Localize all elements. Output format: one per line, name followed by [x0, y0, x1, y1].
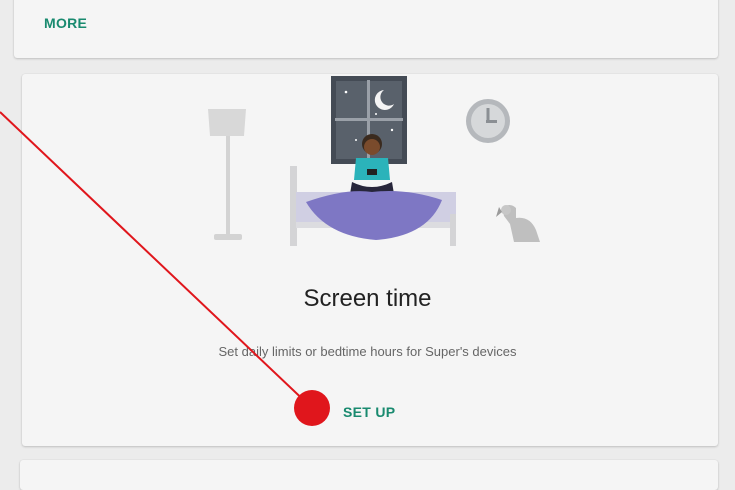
top-card — [14, 0, 718, 58]
person-with-phone-icon — [306, 134, 442, 240]
bedtime-illustration — [208, 76, 540, 246]
next-card — [20, 460, 718, 490]
wall-clock-icon — [466, 99, 510, 143]
more-button[interactable]: MORE — [44, 15, 87, 31]
dog-icon — [496, 205, 540, 242]
floor-lamp-icon — [208, 109, 246, 240]
screen-time-title: Screen time — [303, 285, 432, 312]
screen-time-description: Set daily limits or bedtime hours for Su… — [218, 344, 517, 359]
setup-button[interactable]: SET UP — [343, 404, 395, 420]
